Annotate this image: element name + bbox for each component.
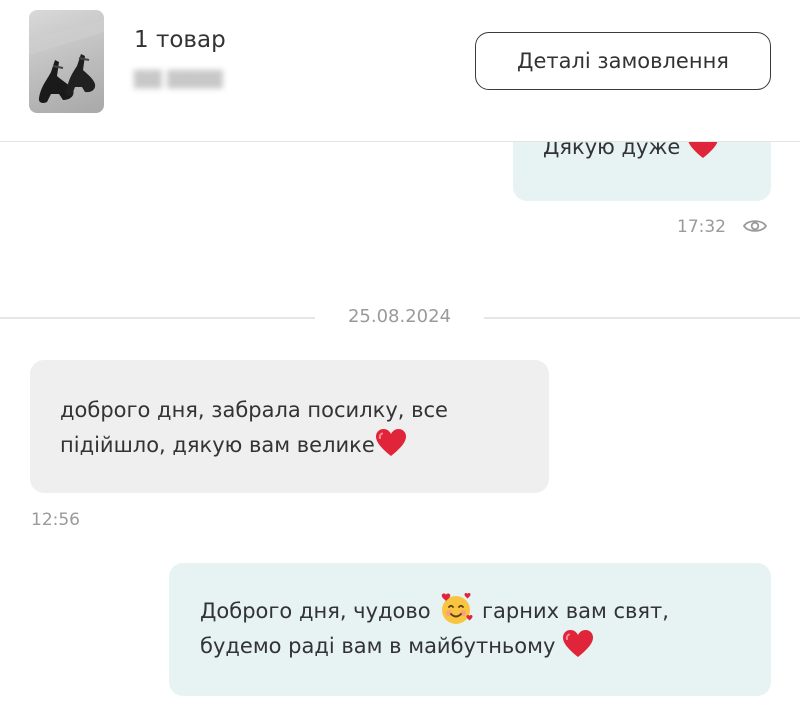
item-subtitle-blurred: ▇▇ ▇▇▇▇ [134,68,223,89]
message-text-content: підійшло, дякую вам велике [60,433,375,457]
message-line: підійшло, дякую вам велике [60,428,529,463]
message-line: Доброго дня, чудово гарних вам свят, [200,592,751,629]
order-details-button[interactable]: Деталі замовлення [475,32,771,90]
message-timestamp: 12:56 [31,510,80,530]
smiling-face-with-hearts-icon [442,593,473,624]
message-bubble-outgoing[interactable]: Доброго дня, чудово гарних вам свят, буд… [169,563,771,696]
message-text-content: гарних вам свят, [481,599,669,623]
chat-screen: Дякую дуже 17:32 25.08.2024 доброго дня,… [0,0,800,704]
shoe-image [29,20,104,103]
message-line: доброго дня, забрала посилку, все [60,398,448,422]
eye-icon [742,220,768,232]
date-separator-line [0,317,315,319]
product-thumbnail[interactable] [29,10,104,113]
message-bubble-incoming[interactable]: доброго дня, забрала посилку, все підійш… [30,360,549,493]
message-line: будемо раді вам в майбутньому [200,629,751,664]
item-count: 1 товар [134,27,226,53]
date-separator-line [484,317,800,319]
message-text-content: Доброго дня, чудово [200,599,431,623]
message-text-content: будемо раді вам в майбутньому [200,634,556,658]
date-separator: 25.08.2024 [347,306,452,327]
message-timestamp: 17:32 [677,217,726,237]
heart-icon [375,429,406,456]
order-header: 1 товар ▇▇ ▇▇▇▇ Деталі замовлення [0,0,800,142]
heart-icon [563,630,594,657]
